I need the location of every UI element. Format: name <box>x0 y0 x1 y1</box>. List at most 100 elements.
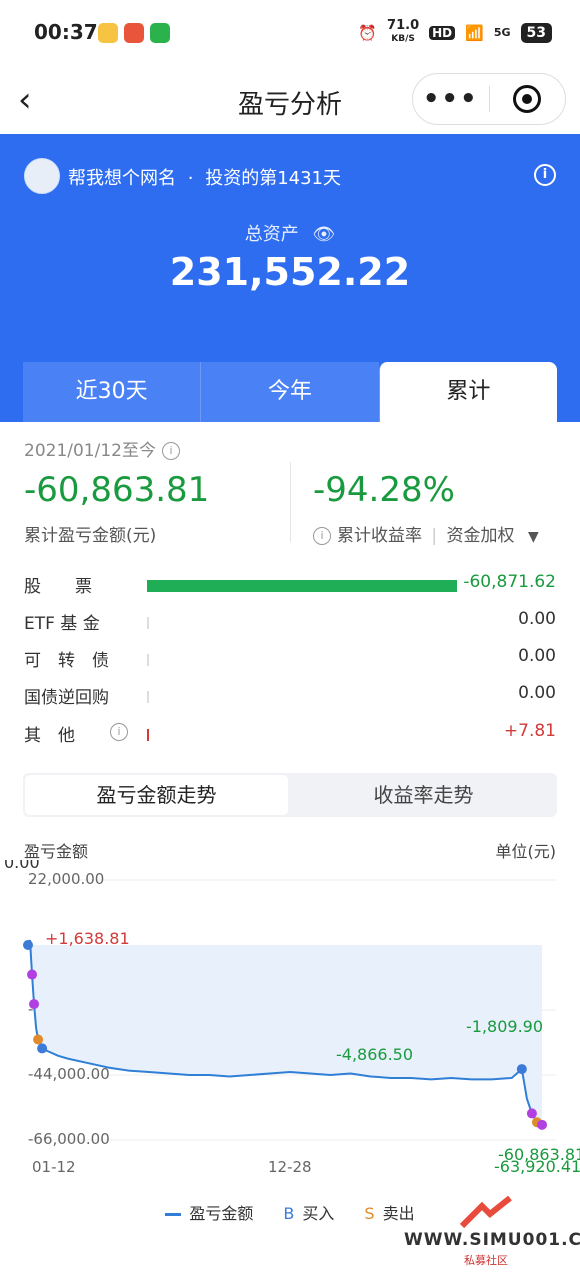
eye-icon[interactable]: 👁 <box>312 224 335 245</box>
pnl-line-chart[interactable]: 22,000.00-22,000.00-44,000.00-66,000.000… <box>0 860 580 1190</box>
tab-30days[interactable]: 近30天 <box>23 362 201 422</box>
legend-buy: B 买入 <box>283 1200 334 1224</box>
chart-tabs: 盈亏金额走势 收益率走势 <box>23 773 557 817</box>
watermark-text: WWW.SIMU001.CN <box>404 1230 580 1250</box>
app-icon <box>124 22 144 43</box>
notification-icons <box>98 22 176 43</box>
buy-mark: B <box>283 1204 295 1223</box>
trade-marker <box>27 969 38 980</box>
info-icon[interactable]: i <box>313 527 331 545</box>
close-button[interactable] <box>490 85 566 113</box>
rate-value: -94.28% <box>313 470 455 510</box>
net-speed: 71.0 KB/S <box>387 18 420 45</box>
tab-cumulative[interactable]: 累计 <box>378 362 557 422</box>
divider <box>290 462 291 542</box>
x-tick-label: 01-12 <box>32 1158 76 1176</box>
data-label: -63,920.41 <box>494 1157 580 1176</box>
app-icon <box>98 22 118 43</box>
hd-icon: HD <box>429 25 456 40</box>
divider: | <box>431 526 438 546</box>
breakdown-label: ETF 基 金 <box>24 614 100 634</box>
breakdown-bar <box>147 617 149 629</box>
tab-this-year[interactable]: 今年 <box>200 362 379 422</box>
trade-marker <box>537 1119 547 1130</box>
user-name: 帮我想个网名 <box>68 168 176 189</box>
data-label: -4,866.50 <box>336 1045 413 1064</box>
network-type: 5G <box>493 26 511 39</box>
area-fill <box>28 940 542 1125</box>
legend-line-label: 盈亏金额 <box>189 1204 254 1223</box>
system-indicators: ⏰ 71.0 KB/S HD 📶 5G 53 <box>358 18 552 45</box>
net-speed-value: 71.0 <box>387 18 420 33</box>
breakdown-label: 国债逆回购 <box>24 688 109 708</box>
x-tick-label: 12-28 <box>268 1158 312 1176</box>
account-header: 帮我想个网名 · 投资的第1431天 i 总资产 👁 231,552.22 近3… <box>0 134 580 422</box>
more-button[interactable]: ••• <box>413 84 489 114</box>
breakdown-label: 其 他 <box>24 726 75 746</box>
data-label: 0.00 <box>4 860 40 872</box>
breakdown-row: 股 票 -60,871.62 <box>24 568 556 598</box>
avatar[interactable] <box>24 158 60 194</box>
chart-unit: 单位(元) <box>495 842 557 861</box>
caret-down-icon[interactable]: ▼ <box>528 529 539 545</box>
breakdown-label: 股 票 <box>24 577 92 597</box>
line-swatch <box>165 1213 182 1216</box>
breakdown-value: 0.00 <box>518 609 556 629</box>
trade-marker <box>23 940 33 950</box>
alarm-icon: ⏰ <box>358 23 378 42</box>
total-assets-label: 总资产 👁 <box>0 220 580 246</box>
tab-return-rate[interactable]: 收益率走势 <box>292 775 555 815</box>
breakdown-label: 可 转 债 <box>24 651 109 671</box>
watermark-logo-icon <box>460 1196 512 1229</box>
breakdown-bar <box>147 580 457 592</box>
target-icon <box>513 85 542 113</box>
watermark: WWW.SIMU001.CN 私募社区 <box>400 1196 580 1276</box>
pnl-label: 累计盈亏金额(元) <box>24 526 157 546</box>
breakdown-bar <box>147 654 149 666</box>
data-label: +1,638.81 <box>45 929 130 948</box>
battery-icon: 53 <box>520 22 552 43</box>
rate-label-row: i 累计收益率 | 资金加权 ▼ <box>313 521 539 546</box>
wifi-icon: 📶 <box>465 23 484 42</box>
status-bar: 00:37 ⏰ 71.0 KB/S HD 📶 5G 53 <box>0 0 580 64</box>
breakdown-row: 国债逆回购 0.00 <box>24 679 556 709</box>
total-assets-text: 总资产 <box>244 224 299 245</box>
watermark-sub: 私募社区 <box>464 1254 508 1267</box>
legend-line: 盈亏金额 <box>165 1200 253 1224</box>
y-tick-label: -66,000.00 <box>28 1130 110 1148</box>
breakdown-row: 可 转 债 0.00 <box>24 642 556 672</box>
breakdown-value: 0.00 <box>518 646 556 666</box>
breakdown-row: ETF 基 金 0.00 <box>24 605 556 635</box>
clock: 00:37 <box>34 20 98 44</box>
breakdown-value: +7.81 <box>503 721 556 741</box>
info-icon[interactable]: i <box>110 723 128 741</box>
date-range: 2021/01/12至今 i <box>24 436 180 461</box>
trade-marker <box>37 1043 48 1054</box>
invest-days: 投资的第1431天 <box>205 168 342 189</box>
data-label: -1,809.90 <box>466 1017 543 1036</box>
date-range-text: 2021/01/12至今 <box>24 441 156 461</box>
tab-pnl-amount[interactable]: 盈亏金额走势 <box>25 775 288 815</box>
breakdown-bar <box>147 729 149 741</box>
y-tick-label: -44,000.00 <box>28 1065 110 1083</box>
period-tabs: 近30天 今年 累计 <box>23 362 557 422</box>
mini-program-capsule: ••• <box>412 73 566 125</box>
trade-marker <box>516 1064 527 1075</box>
pnl-value: -60,863.81 <box>24 470 210 510</box>
rate-method-select[interactable]: 资金加权 <box>447 526 515 546</box>
y-tick-label: 22,000.00 <box>28 870 104 888</box>
breakdown-value: -60,871.62 <box>463 572 556 592</box>
info-icon[interactable]: i <box>534 164 556 186</box>
trade-marker <box>29 999 40 1010</box>
breakdown-value: 0.00 <box>518 683 556 703</box>
breakdown-bar <box>147 691 149 703</box>
title-bar: ‹ 盈亏分析 ••• <box>0 64 580 134</box>
user-line: 帮我想个网名 · 投资的第1431天 <box>68 164 341 190</box>
info-icon[interactable]: i <box>161 442 180 460</box>
legend-buy-label: 买入 <box>302 1204 335 1223</box>
trade-marker <box>33 1034 44 1045</box>
dot-separator: · <box>187 168 194 189</box>
breakdown-row: 其 他 +7.81 i <box>24 717 556 747</box>
net-speed-unit: KB/S <box>391 34 415 44</box>
sell-mark: S <box>364 1204 375 1223</box>
